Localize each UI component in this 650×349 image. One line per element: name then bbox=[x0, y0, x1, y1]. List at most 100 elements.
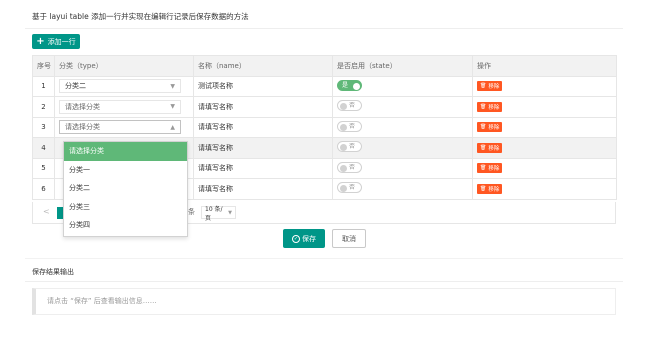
state-toggle-label: 否 bbox=[349, 122, 356, 130]
page-size-value: 10 条/页 bbox=[205, 205, 223, 222]
type-cell: 请选择分类 ▼ bbox=[54, 96, 194, 118]
dropdown-option[interactable]: 分类一 bbox=[64, 161, 187, 180]
row-index: 5 bbox=[32, 157, 55, 179]
state-toggle[interactable]: 否 bbox=[337, 120, 362, 132]
toggle-knob bbox=[340, 164, 347, 172]
table-row: 3 请选择分类 ▲ 请填写名称 否 🗑 移除 bbox=[32, 116, 617, 138]
column-header-state: 是否启用（state） bbox=[332, 55, 473, 77]
delete-label: 移除 bbox=[488, 166, 500, 173]
column-header-type: 分类（type） bbox=[54, 55, 194, 77]
chevron-down-icon: ▼ bbox=[170, 82, 175, 90]
trash-icon: 🗑 bbox=[480, 83, 487, 90]
state-cell: 否 bbox=[332, 116, 473, 138]
state-cell: 否 bbox=[332, 178, 473, 200]
cancel-button[interactable]: 取消 bbox=[332, 229, 366, 248]
type-cell: 分类二 ▼ bbox=[54, 75, 194, 97]
name-cell[interactable]: 请填写名称 bbox=[193, 157, 333, 179]
toggle-knob bbox=[340, 103, 347, 111]
divider bbox=[25, 281, 623, 282]
delete-label: 移除 bbox=[488, 104, 500, 111]
actions-cell: 🗑 移除 bbox=[472, 75, 617, 97]
row-index: 4 bbox=[32, 137, 55, 159]
table-row: 2 请选择分类 ▼ 请填写名称 否 🗑 移除 bbox=[32, 96, 617, 118]
state-cell: 是 bbox=[332, 75, 473, 97]
dropdown-option[interactable]: 分类三 bbox=[64, 198, 187, 217]
output-title: 保存结果输出 bbox=[32, 268, 74, 276]
delete-button[interactable]: 🗑 移除 bbox=[477, 81, 503, 92]
chevron-up-icon: ▲ bbox=[170, 123, 175, 131]
state-toggle[interactable]: 否 bbox=[337, 100, 362, 112]
delete-label: 移除 bbox=[488, 125, 500, 132]
trash-icon: 🗑 bbox=[480, 165, 487, 172]
actions-cell: 🗑 移除 bbox=[472, 137, 617, 159]
actions-cell: 🗑 移除 bbox=[472, 116, 617, 138]
state-toggle[interactable]: 否 bbox=[337, 141, 362, 153]
state-toggle-label: 是 bbox=[342, 81, 349, 89]
name-cell[interactable]: 请填写名称 bbox=[193, 137, 333, 159]
check-circle-icon: ✓ bbox=[292, 234, 300, 243]
divider bbox=[25, 28, 623, 29]
name-cell[interactable]: 请填写名称 bbox=[193, 116, 333, 138]
actions-cell: 🗑 移除 bbox=[472, 96, 617, 118]
column-header-actions: 操作 bbox=[472, 55, 617, 77]
delete-button[interactable]: 🗑 移除 bbox=[477, 101, 503, 112]
state-toggle[interactable]: 否 bbox=[337, 182, 362, 194]
type-select-value: 分类二 bbox=[65, 82, 86, 91]
delete-button[interactable]: 🗑 移除 bbox=[477, 183, 503, 194]
toggle-knob bbox=[340, 123, 347, 131]
trash-icon: 🗑 bbox=[480, 144, 487, 151]
row-index: 6 bbox=[32, 178, 55, 200]
column-header-index: 序号 bbox=[32, 55, 55, 77]
delete-button[interactable]: 🗑 移除 bbox=[477, 142, 503, 153]
delete-label: 移除 bbox=[488, 186, 500, 193]
chevron-down-icon: ▼ bbox=[170, 103, 175, 111]
delete-button[interactable]: 🗑 移除 bbox=[477, 163, 503, 174]
state-toggle[interactable]: 是 bbox=[337, 79, 362, 91]
row-index: 3 bbox=[32, 116, 55, 138]
state-cell: 否 bbox=[332, 157, 473, 179]
name-cell[interactable]: 请填写名称 bbox=[193, 96, 333, 118]
page-title: 基于 layui table 添加一行并实现在编辑行记录后保存数据的方法 bbox=[32, 12, 249, 21]
state-toggle-label: 否 bbox=[349, 143, 356, 151]
column-header-name: 名称（name） bbox=[193, 55, 333, 77]
toggle-knob bbox=[340, 185, 347, 193]
name-cell[interactable]: 测试项名称 bbox=[193, 75, 333, 97]
actions-cell: 🗑 移除 bbox=[472, 157, 617, 179]
type-select-value: 请选择分类 bbox=[65, 123, 100, 132]
type-select[interactable]: 分类二 ▼ bbox=[59, 79, 181, 94]
table-row: 1 分类二 ▼ 测试项名称 是 🗑 移除 bbox=[32, 75, 617, 97]
chevron-down-icon: ▼ bbox=[228, 209, 232, 216]
actions-cell: 🗑 移除 bbox=[472, 178, 617, 200]
name-cell[interactable]: 请填写名称 bbox=[193, 178, 333, 200]
page-size-select[interactable]: 10 条/页 ▼ bbox=[201, 205, 236, 222]
total-count-suffix: 条 bbox=[188, 208, 195, 216]
dropdown-option[interactable]: 分类四 bbox=[64, 216, 187, 235]
table-header-row: 序号 分类（type） 名称（name） 是否启用（state） 操作 bbox=[32, 55, 617, 77]
plus-icon: + bbox=[36, 35, 45, 47]
save-label: 保存 bbox=[302, 234, 316, 243]
type-select-value: 请选择分类 bbox=[65, 102, 100, 111]
state-toggle[interactable]: 否 bbox=[337, 161, 362, 173]
toggle-knob bbox=[353, 82, 360, 90]
state-cell: 否 bbox=[332, 96, 473, 118]
dropdown-option[interactable]: 分类二 bbox=[64, 179, 187, 198]
add-row-button[interactable]: + 添加一行 bbox=[32, 34, 80, 49]
type-cell: 请选择分类 ▲ bbox=[54, 116, 194, 138]
delete-label: 移除 bbox=[488, 84, 500, 91]
delete-button[interactable]: 🗑 移除 bbox=[477, 122, 503, 133]
trash-icon: 🗑 bbox=[480, 185, 487, 192]
dropdown-option[interactable]: 请选择分类 bbox=[64, 142, 187, 161]
toggle-knob bbox=[340, 144, 347, 152]
save-button[interactable]: ✓ 保存 bbox=[283, 229, 325, 248]
state-toggle-label: 否 bbox=[349, 184, 356, 192]
divider bbox=[25, 258, 623, 259]
row-index: 1 bbox=[32, 75, 55, 97]
row-index: 2 bbox=[32, 96, 55, 118]
prev-page-button[interactable]: < bbox=[43, 207, 50, 216]
output-box: 请点击 “保存” 后查看输出信息…… bbox=[32, 288, 616, 315]
delete-label: 移除 bbox=[488, 145, 500, 152]
type-select[interactable]: 请选择分类 ▼ bbox=[59, 99, 181, 114]
add-row-label: 添加一行 bbox=[47, 37, 76, 46]
type-dropdown-menu: 请选择分类 分类一 分类二 分类三 分类四 bbox=[63, 141, 188, 237]
type-select[interactable]: 请选择分类 ▲ bbox=[59, 120, 181, 135]
